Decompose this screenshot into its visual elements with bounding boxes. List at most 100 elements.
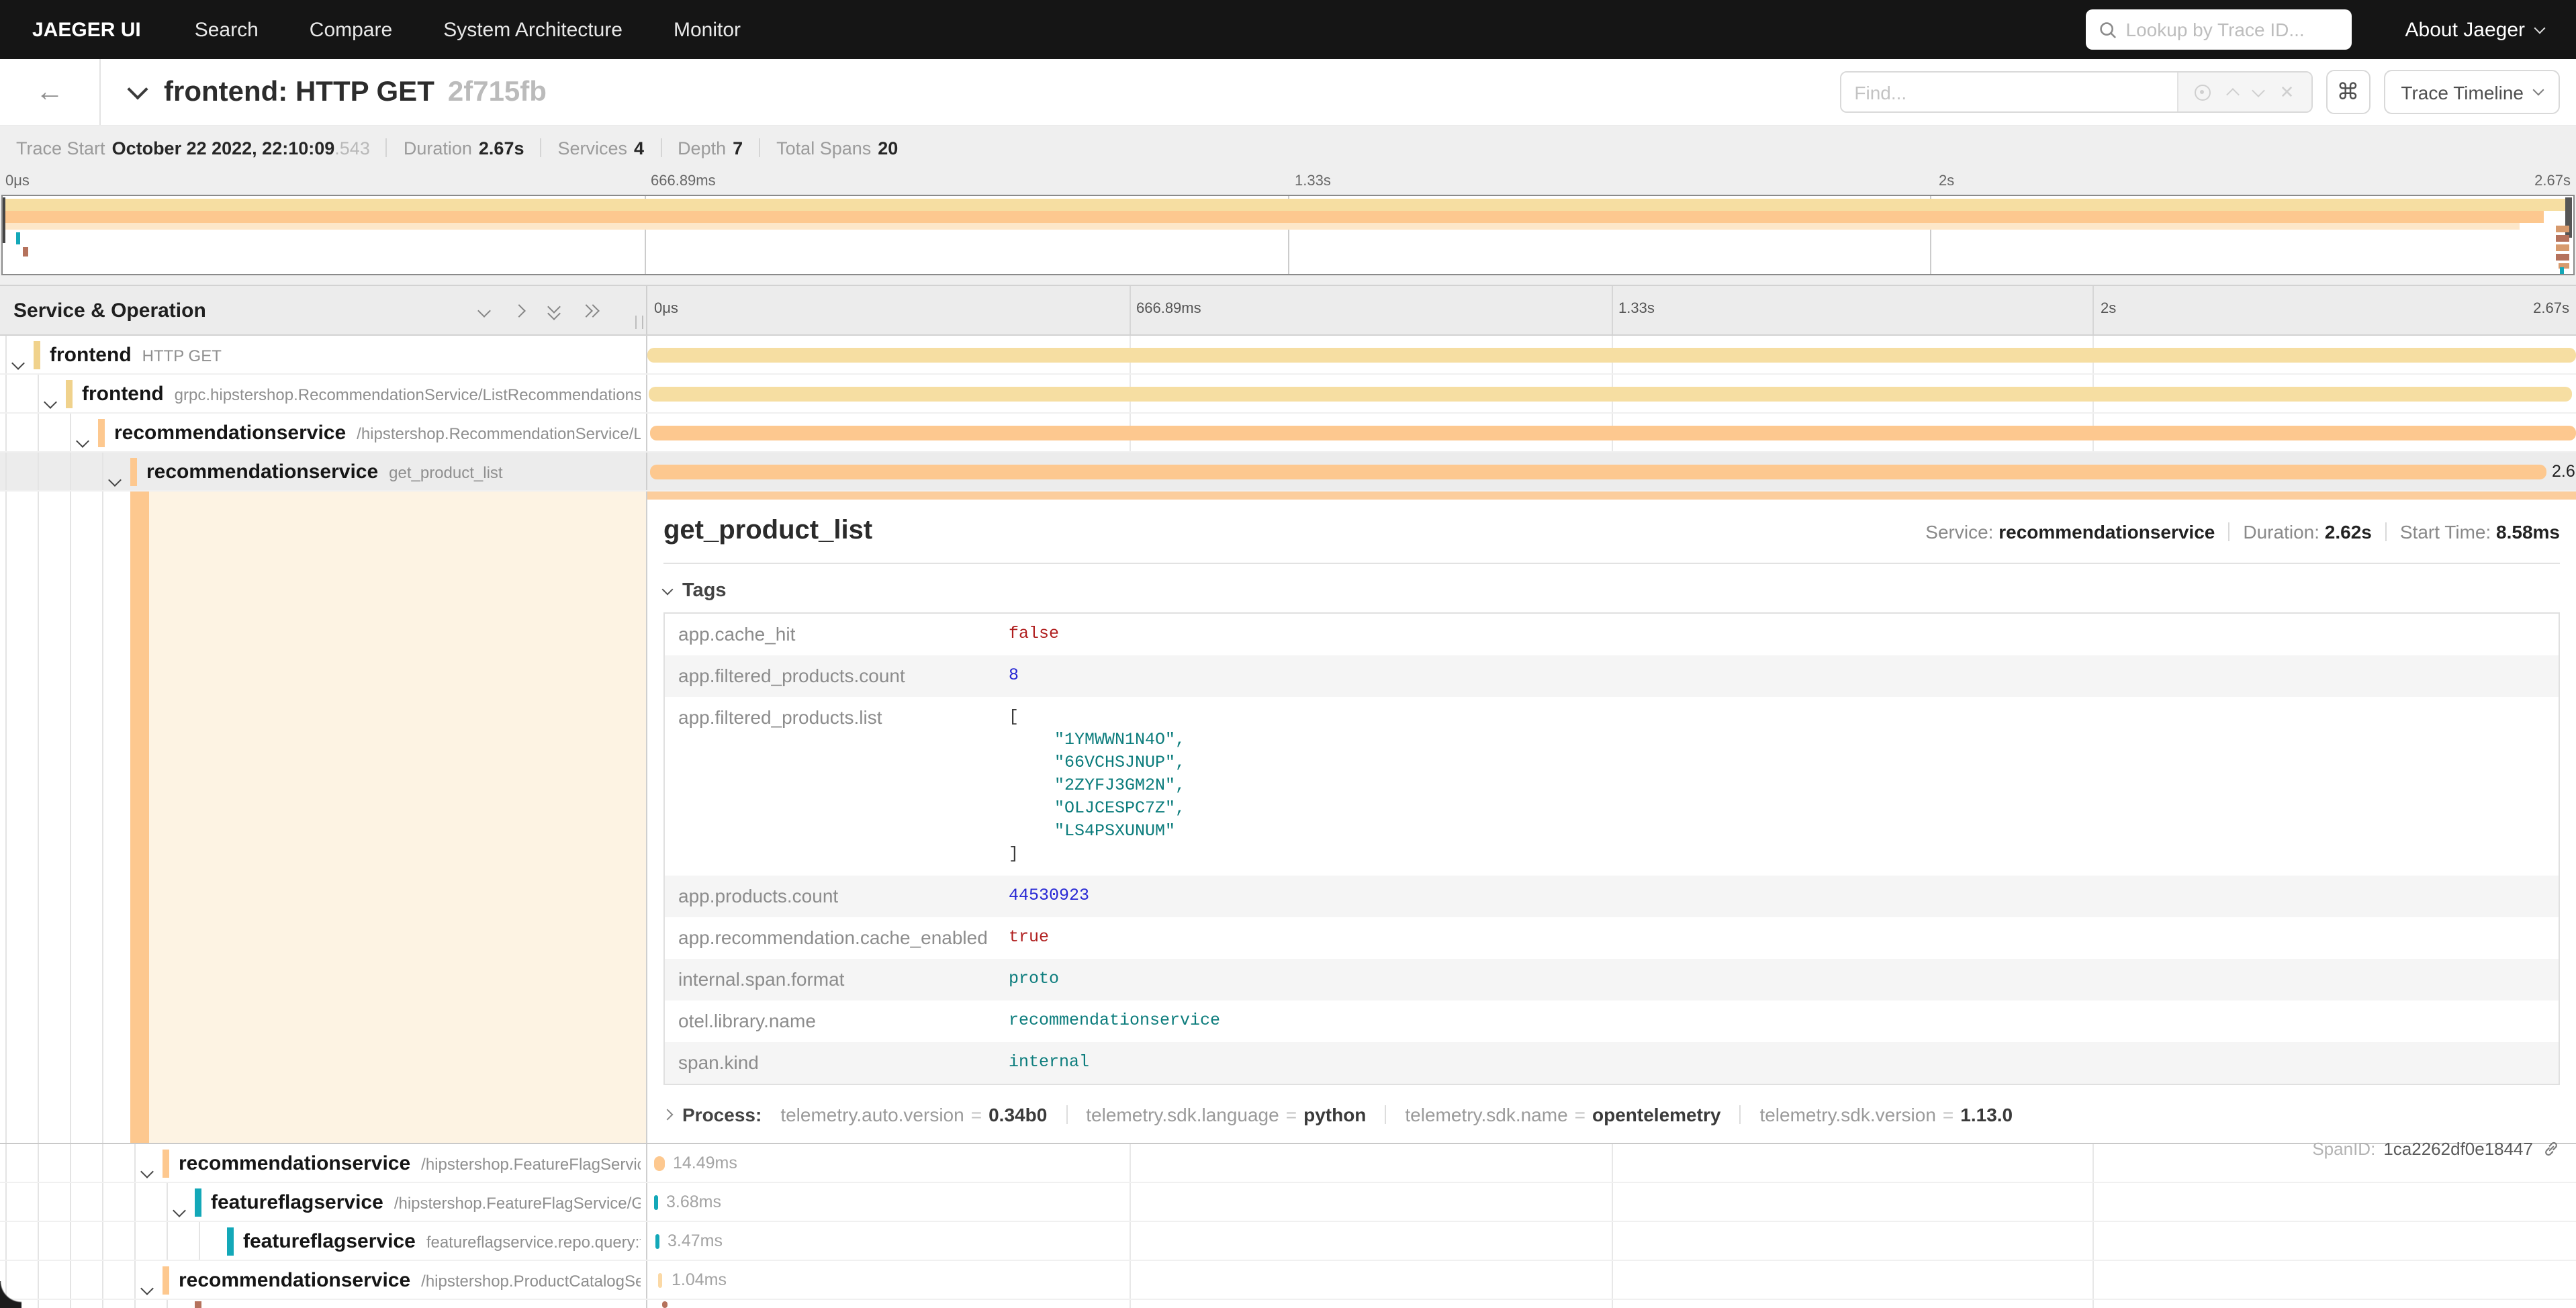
span-timeline-cell[interactable] bbox=[647, 1300, 2576, 1308]
span-tree-cell[interactable]: recommendationservice/hipstershop.Recomm… bbox=[0, 414, 647, 451]
tag-row[interactable]: otel.library.name recommendationservice bbox=[665, 1000, 2559, 1042]
tag-value: 44530923 bbox=[1009, 885, 1089, 908]
tag-row[interactable]: app.filtered_products.count 8 bbox=[665, 655, 2559, 697]
trace-id-lookup-input[interactable] bbox=[2126, 19, 2338, 40]
search-icon bbox=[2099, 21, 2117, 38]
trace-id-short: 2f715fb bbox=[448, 76, 547, 108]
locate-span-icon[interactable] bbox=[2195, 84, 2211, 100]
divider bbox=[663, 563, 2560, 564]
span-bar[interactable] bbox=[647, 348, 2576, 363]
find-next-icon[interactable] bbox=[2252, 83, 2265, 97]
chevron-down-icon[interactable] bbox=[110, 467, 120, 490]
chevron-down-icon[interactable] bbox=[46, 389, 55, 412]
span-timeline-cell[interactable] bbox=[647, 414, 2576, 451]
tag-row[interactable]: span.kind internal bbox=[665, 1042, 2559, 1084]
selected-span-top-strip bbox=[647, 492, 2576, 500]
detail-service-value: recommendationservice bbox=[1998, 521, 2215, 543]
span-timeline-cell[interactable]: 2.62s bbox=[647, 453, 2576, 490]
chevron-down-icon[interactable] bbox=[175, 1198, 184, 1221]
span-tree-cell[interactable]: frontendgrpc.hipstershop.RecommendationS… bbox=[0, 375, 647, 412]
tag-row[interactable]: app.cache_hit false bbox=[665, 614, 2559, 655]
collapse-one-icon[interactable] bbox=[477, 302, 493, 318]
tag-key: app.filtered_products.count bbox=[678, 665, 1009, 686]
tag-row[interactable]: app.products.count 44530923 bbox=[665, 876, 2559, 917]
nav-item-system-architecture[interactable]: System Architecture bbox=[443, 18, 623, 41]
tag-value: true bbox=[1009, 927, 1049, 949]
span-timeline-cell[interactable] bbox=[647, 375, 2576, 412]
ruler-tick: 2.67s bbox=[2534, 173, 2571, 189]
span-bar[interactable] bbox=[662, 1301, 668, 1308]
tags-section-toggle[interactable]: Tags bbox=[663, 580, 2560, 602]
minimap-span-bar bbox=[2556, 254, 2569, 261]
span-tree-cell[interactable]: featureflagservicefeatureflagservice.rep… bbox=[0, 1222, 647, 1260]
tags-table: app.cache_hit false app.filtered_product… bbox=[663, 612, 2560, 1085]
trace-start-ms: .543 bbox=[334, 138, 370, 158]
about-jaeger-menu[interactable]: About Jaeger bbox=[2405, 18, 2544, 41]
back-arrow-icon: ← bbox=[36, 76, 64, 108]
span-tree-cell[interactable]: featureflagservice/hipstershop.FeatureFl… bbox=[0, 1183, 647, 1221]
span-timeline-cell[interactable] bbox=[647, 336, 2576, 373]
tag-row[interactable]: app.filtered_products.list [ "1YMWWN1N4O… bbox=[665, 697, 2559, 876]
trace-id-lookup[interactable] bbox=[2086, 9, 2352, 50]
span-tree-cell[interactable]: frontendHTTP GET bbox=[0, 336, 647, 373]
chevron-down-icon[interactable] bbox=[142, 1276, 152, 1299]
duration-label: Duration bbox=[404, 138, 472, 158]
nav-item-monitor[interactable]: Monitor bbox=[674, 18, 741, 41]
collapse-trace-chevron-icon[interactable] bbox=[127, 79, 148, 99]
collapse-all-icon[interactable] bbox=[547, 302, 563, 318]
column-resize-handle[interactable] bbox=[635, 316, 643, 329]
span-tree-cell[interactable]: recommendationserviceget_product_list bbox=[0, 453, 647, 490]
minimap-span-bar bbox=[5, 199, 2571, 211]
expand-all-icon[interactable] bbox=[582, 302, 598, 318]
brand-jaeger-ui[interactable]: JAEGER UI bbox=[32, 18, 141, 41]
trace-minimap-section: 0μs 666.89ms 1.33s 2s 2.67s bbox=[0, 169, 2576, 285]
span-tree-cell[interactable] bbox=[0, 1300, 647, 1308]
chevron-down-icon[interactable] bbox=[78, 428, 87, 451]
span-timeline-cell[interactable]: 3.47ms bbox=[647, 1222, 2576, 1260]
span-tree-cell[interactable]: recommendationservice/hipstershop.Featur… bbox=[0, 1144, 647, 1182]
span-duration-label: 2.62s bbox=[2552, 453, 2576, 490]
span-bar[interactable] bbox=[654, 1156, 665, 1171]
process-section-toggle[interactable]: Process: telemetry.auto.version=0.34b0 t… bbox=[663, 1104, 2560, 1125]
nav-item-compare[interactable]: Compare bbox=[310, 18, 392, 41]
back-button[interactable]: ← bbox=[0, 59, 101, 125]
ruler-tick: 666.89ms bbox=[651, 173, 716, 189]
span-bar[interactable] bbox=[658, 1273, 662, 1288]
tag-key: internal.span.format bbox=[678, 968, 1009, 990]
duration-value: 2.67s bbox=[479, 138, 524, 158]
trace-view-dropdown[interactable]: Trace Timeline bbox=[2383, 70, 2560, 114]
chevron-down-icon[interactable] bbox=[142, 1159, 152, 1182]
service-operation-header: Service & Operation bbox=[0, 286, 647, 334]
span-timeline-cell[interactable]: 3.68ms bbox=[647, 1183, 2576, 1221]
span-bar[interactable] bbox=[654, 1195, 658, 1210]
find-prev-icon[interactable] bbox=[2225, 87, 2239, 101]
span-bar[interactable] bbox=[650, 426, 2576, 440]
ruler-tick: 2s bbox=[1939, 173, 1954, 189]
total-spans-value: 20 bbox=[878, 138, 898, 158]
expand-one-icon[interactable] bbox=[512, 302, 528, 318]
minimap-canvas[interactable] bbox=[1, 195, 2575, 275]
span-tree-cell[interactable]: recommendationservice/hipstershop.Produc… bbox=[0, 1261, 647, 1299]
find-clear-icon[interactable]: ✕ bbox=[2280, 81, 2295, 103]
span-duration-label: 3.47ms bbox=[668, 1222, 723, 1260]
find-input[interactable] bbox=[1841, 73, 2176, 111]
span-timeline-cell[interactable]: 1.04ms bbox=[647, 1261, 2576, 1299]
tag-row[interactable]: app.recommendation.cache_enabled true bbox=[665, 917, 2559, 959]
span-bar[interactable] bbox=[650, 465, 2546, 479]
detail-span-meta: Service: recommendationservice Duration:… bbox=[1925, 521, 2560, 543]
span-duration-label: 1.04ms bbox=[672, 1261, 727, 1299]
span-duration-label: 3.68ms bbox=[666, 1183, 721, 1221]
span-timeline-cell[interactable]: 14.49ms bbox=[647, 1144, 2576, 1182]
keyboard-shortcuts-button[interactable]: ⌘ bbox=[2326, 70, 2370, 114]
chevron-down-icon[interactable] bbox=[13, 351, 23, 373]
nav-item-search[interactable]: Search bbox=[195, 18, 259, 41]
timeline-grid-header: Service & Operation 0μs 666.89ms 1.33s 2… bbox=[0, 285, 2576, 336]
tag-key: app.products.count bbox=[678, 885, 1009, 906]
span-bar[interactable] bbox=[649, 387, 2572, 402]
divider bbox=[1739, 1105, 1741, 1124]
tag-row[interactable]: internal.span.format proto bbox=[665, 959, 2559, 1000]
ruler-tick: 2.67s bbox=[2533, 301, 2569, 317]
span-bar[interactable] bbox=[655, 1234, 659, 1249]
minimap-span-bar bbox=[2560, 267, 2564, 274]
detail-duration-label: Duration: bbox=[2243, 521, 2319, 543]
